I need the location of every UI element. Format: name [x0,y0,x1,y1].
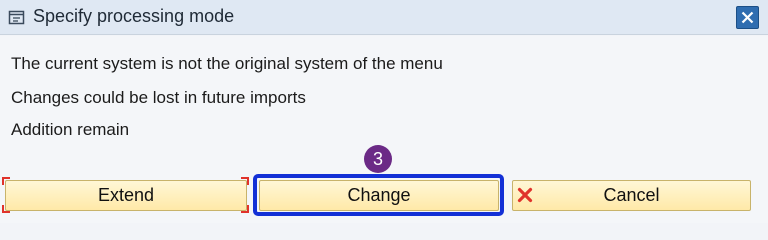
cancel-button[interactable]: Cancel [512,180,751,211]
focus-marker-bottom-left [2,205,10,213]
focus-marker-bottom-right [241,205,249,213]
message-line-2: Changes could be lost in future imports [11,88,306,107]
message-line-1: The current system is not the original s… [11,54,443,73]
edit-window-icon [8,8,26,26]
close-button[interactable] [736,6,759,29]
step-highlight-box [253,174,504,216]
step-badge: 3 [364,145,392,173]
focus-marker-top-right [241,177,249,185]
message-line-3: Addition remain [11,120,130,139]
cancel-x-icon [517,187,533,203]
dialog-titlebar: Specify processing mode [0,0,768,35]
dialog-title: Specify processing mode [33,6,235,26]
focus-marker-top-left [2,177,10,185]
extend-button[interactable]: Extend [5,180,247,211]
